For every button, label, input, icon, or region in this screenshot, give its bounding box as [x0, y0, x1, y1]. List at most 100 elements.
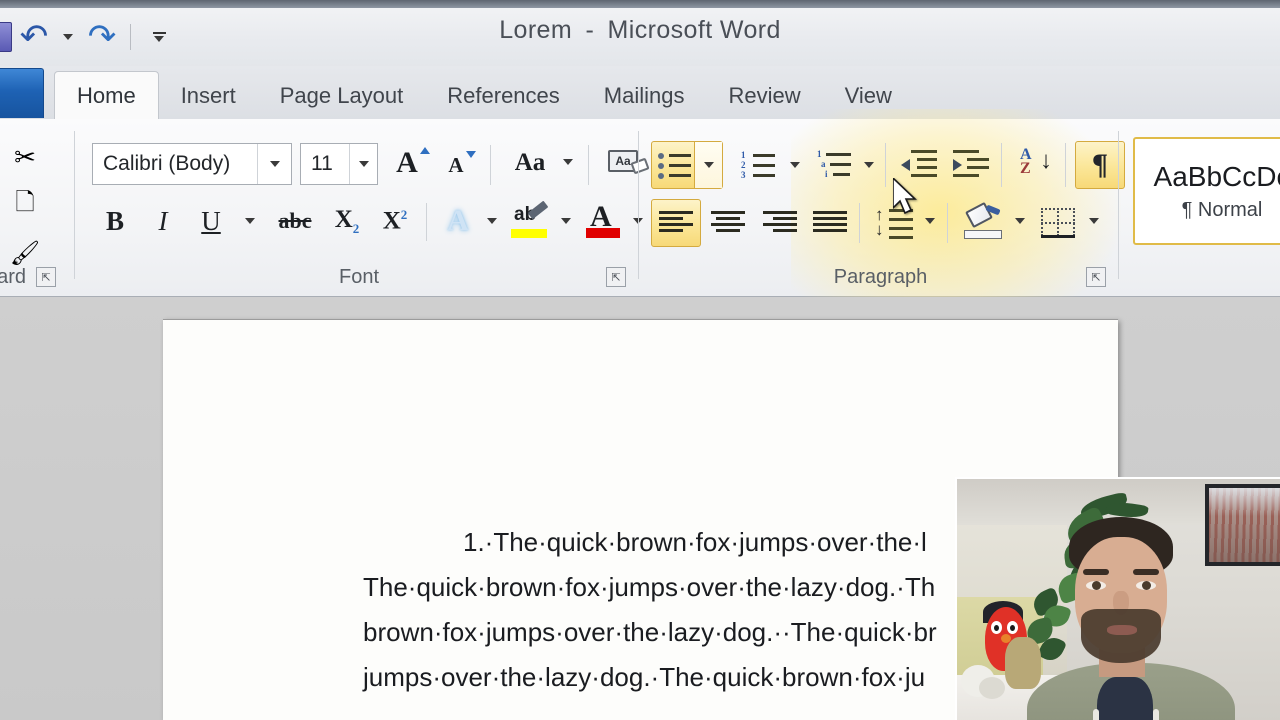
- scissors-icon: ✂: [14, 141, 36, 172]
- group-font: Calibri (Body) 11 A A Aa Aa B I U abc X2…: [78, 119, 650, 297]
- shading-dropdown[interactable]: [1007, 207, 1033, 235]
- tab-home[interactable]: Home: [54, 71, 159, 121]
- tab-review[interactable]: Review: [706, 72, 822, 120]
- group-divider-1: [74, 131, 75, 279]
- presenter-figure: [1027, 517, 1235, 720]
- increase-indent-button[interactable]: [947, 141, 995, 187]
- tab-references[interactable]: References: [425, 72, 582, 120]
- increase-indent-icon: [953, 150, 989, 178]
- font-dialog-launcher[interactable]: ⇱: [606, 267, 626, 287]
- chevron-down-icon: [790, 162, 800, 168]
- highlight-color-dropdown[interactable]: [552, 207, 580, 235]
- group-paragraph: 1 2 3 1 a i A Z ↓ ¶ ↑ ↓ Paragraph ⇱: [641, 109, 1125, 339]
- style-normal-sample: AaBbCcDc: [1153, 160, 1280, 192]
- copy-button[interactable]: 🗋: [4, 185, 46, 225]
- group-clipboard: ✂ 🗋 🖌 ard ⇱: [0, 119, 72, 297]
- triangle-up-icon: [419, 147, 430, 154]
- multilevel-list-dropdown[interactable]: [855, 151, 883, 179]
- text-highlight-color-button[interactable]: ab: [506, 197, 552, 245]
- bullets-button[interactable]: [651, 141, 723, 189]
- font-color-icon: A: [584, 200, 624, 242]
- tab-home-label: Home: [77, 83, 136, 108]
- title-bar: ↶ ↷ Lorem - Microsoft Word: [0, 0, 1280, 68]
- text-effects-dropdown[interactable]: [478, 207, 506, 235]
- webcam-overlay: [955, 477, 1280, 720]
- bullets-dropdown[interactable]: [694, 142, 722, 188]
- borders-button[interactable]: [1033, 199, 1083, 247]
- align-right-button[interactable]: [755, 199, 805, 247]
- sort-button[interactable]: A Z ↓: [1011, 141, 1061, 187]
- text-effects-icon: A: [447, 204, 469, 237]
- numbering-icon: 1 2 3: [741, 150, 775, 180]
- tab-mailings[interactable]: Mailings: [582, 72, 707, 120]
- superscript-button[interactable]: X2: [372, 199, 418, 243]
- align-left-icon: [658, 209, 694, 237]
- grey-plush-toy: [979, 677, 1005, 699]
- highlighter-icon: ab: [508, 200, 550, 242]
- paragraph-dialog-launcher[interactable]: ⇱: [1086, 267, 1106, 287]
- group-label-paragraph: Paragraph: [833, 266, 928, 288]
- italic-icon: I: [158, 205, 168, 236]
- font-name-value: Calibri (Body): [103, 152, 231, 175]
- tab-view[interactable]: View: [823, 72, 914, 120]
- justify-button[interactable]: [805, 199, 855, 247]
- tab-insert[interactable]: Insert: [159, 72, 258, 120]
- grow-font-button[interactable]: A: [390, 141, 436, 185]
- change-case-button[interactable]: Aa: [502, 141, 558, 185]
- copy-icon: 🗋: [15, 188, 35, 216]
- tab-mailings-label: Mailings: [603, 83, 685, 108]
- chevron-down-icon: [703, 162, 714, 168]
- underline-button[interactable]: U: [188, 199, 234, 243]
- bold-button[interactable]: B: [92, 199, 138, 243]
- strikethrough-button[interactable]: abc: [268, 199, 322, 243]
- shading-button[interactable]: [957, 197, 1009, 247]
- borders-dropdown[interactable]: [1081, 207, 1107, 235]
- word-application-window: ↶ ↷ Lorem - Microsoft Word Home Insert P…: [0, 0, 1280, 720]
- align-center-button[interactable]: [703, 199, 753, 247]
- font-size-combobox[interactable]: 11: [300, 143, 378, 185]
- group-styles: AaBbCcDc ¶ Normal: [1121, 119, 1280, 297]
- font-color-button[interactable]: A: [582, 197, 626, 245]
- shrink-font-button[interactable]: A: [440, 143, 484, 187]
- window-title: Lorem - Microsoft Word: [0, 16, 1280, 45]
- text-effects-button[interactable]: A: [434, 199, 482, 243]
- borders-icon: [1041, 208, 1075, 238]
- group-label-font: Font: [338, 266, 380, 288]
- font-name-dropdown[interactable]: [257, 144, 291, 184]
- cut-button[interactable]: ✂: [4, 137, 46, 177]
- align-left-button[interactable]: [651, 199, 701, 247]
- chevron-down-icon: [561, 218, 571, 224]
- change-case-dropdown[interactable]: [556, 149, 580, 175]
- tab-page-layout[interactable]: Page Layout: [258, 72, 426, 120]
- chevron-down-icon: [925, 218, 935, 224]
- numbering-dropdown[interactable]: [781, 151, 809, 179]
- grow-font-icon: A: [396, 146, 418, 179]
- chevron-down-icon: [1015, 218, 1025, 224]
- subscript-icon: X2: [334, 205, 360, 236]
- clipboard-small-buttons: ✂ 🗋 🖌: [4, 137, 46, 273]
- shrink-font-icon: A: [448, 152, 464, 177]
- align-right-icon: [762, 209, 798, 237]
- paint-bucket-icon: [962, 201, 1004, 241]
- superscript-icon: X2: [382, 206, 408, 235]
- font-size-dropdown[interactable]: [349, 144, 377, 184]
- ribbon-tab-strip: Home Insert Page Layout References Maili…: [0, 66, 1280, 121]
- decrease-indent-icon: [901, 150, 937, 178]
- tab-page-layout-label: Page Layout: [279, 83, 404, 108]
- bullets-icon: [657, 150, 691, 180]
- multilevel-list-button[interactable]: 1 a i: [811, 143, 857, 187]
- bold-icon: B: [105, 205, 124, 236]
- tab-file[interactable]: [0, 68, 44, 118]
- underline-dropdown[interactable]: [236, 207, 264, 235]
- italic-button[interactable]: I: [140, 199, 186, 243]
- chevron-down-icon: [269, 161, 280, 167]
- clipboard-dialog-launcher[interactable]: ⇱: [36, 267, 56, 287]
- strikethrough-icon: abc: [278, 208, 312, 233]
- numbering-button[interactable]: 1 2 3: [735, 143, 781, 187]
- chevron-down-icon: [864, 162, 874, 168]
- application-name: Microsoft Word: [607, 16, 781, 44]
- subscript-button[interactable]: X2: [324, 199, 370, 243]
- tab-review-label: Review: [728, 83, 801, 108]
- font-name-combobox[interactable]: Calibri (Body): [92, 143, 292, 185]
- style-normal[interactable]: AaBbCcDc ¶ Normal: [1133, 137, 1280, 245]
